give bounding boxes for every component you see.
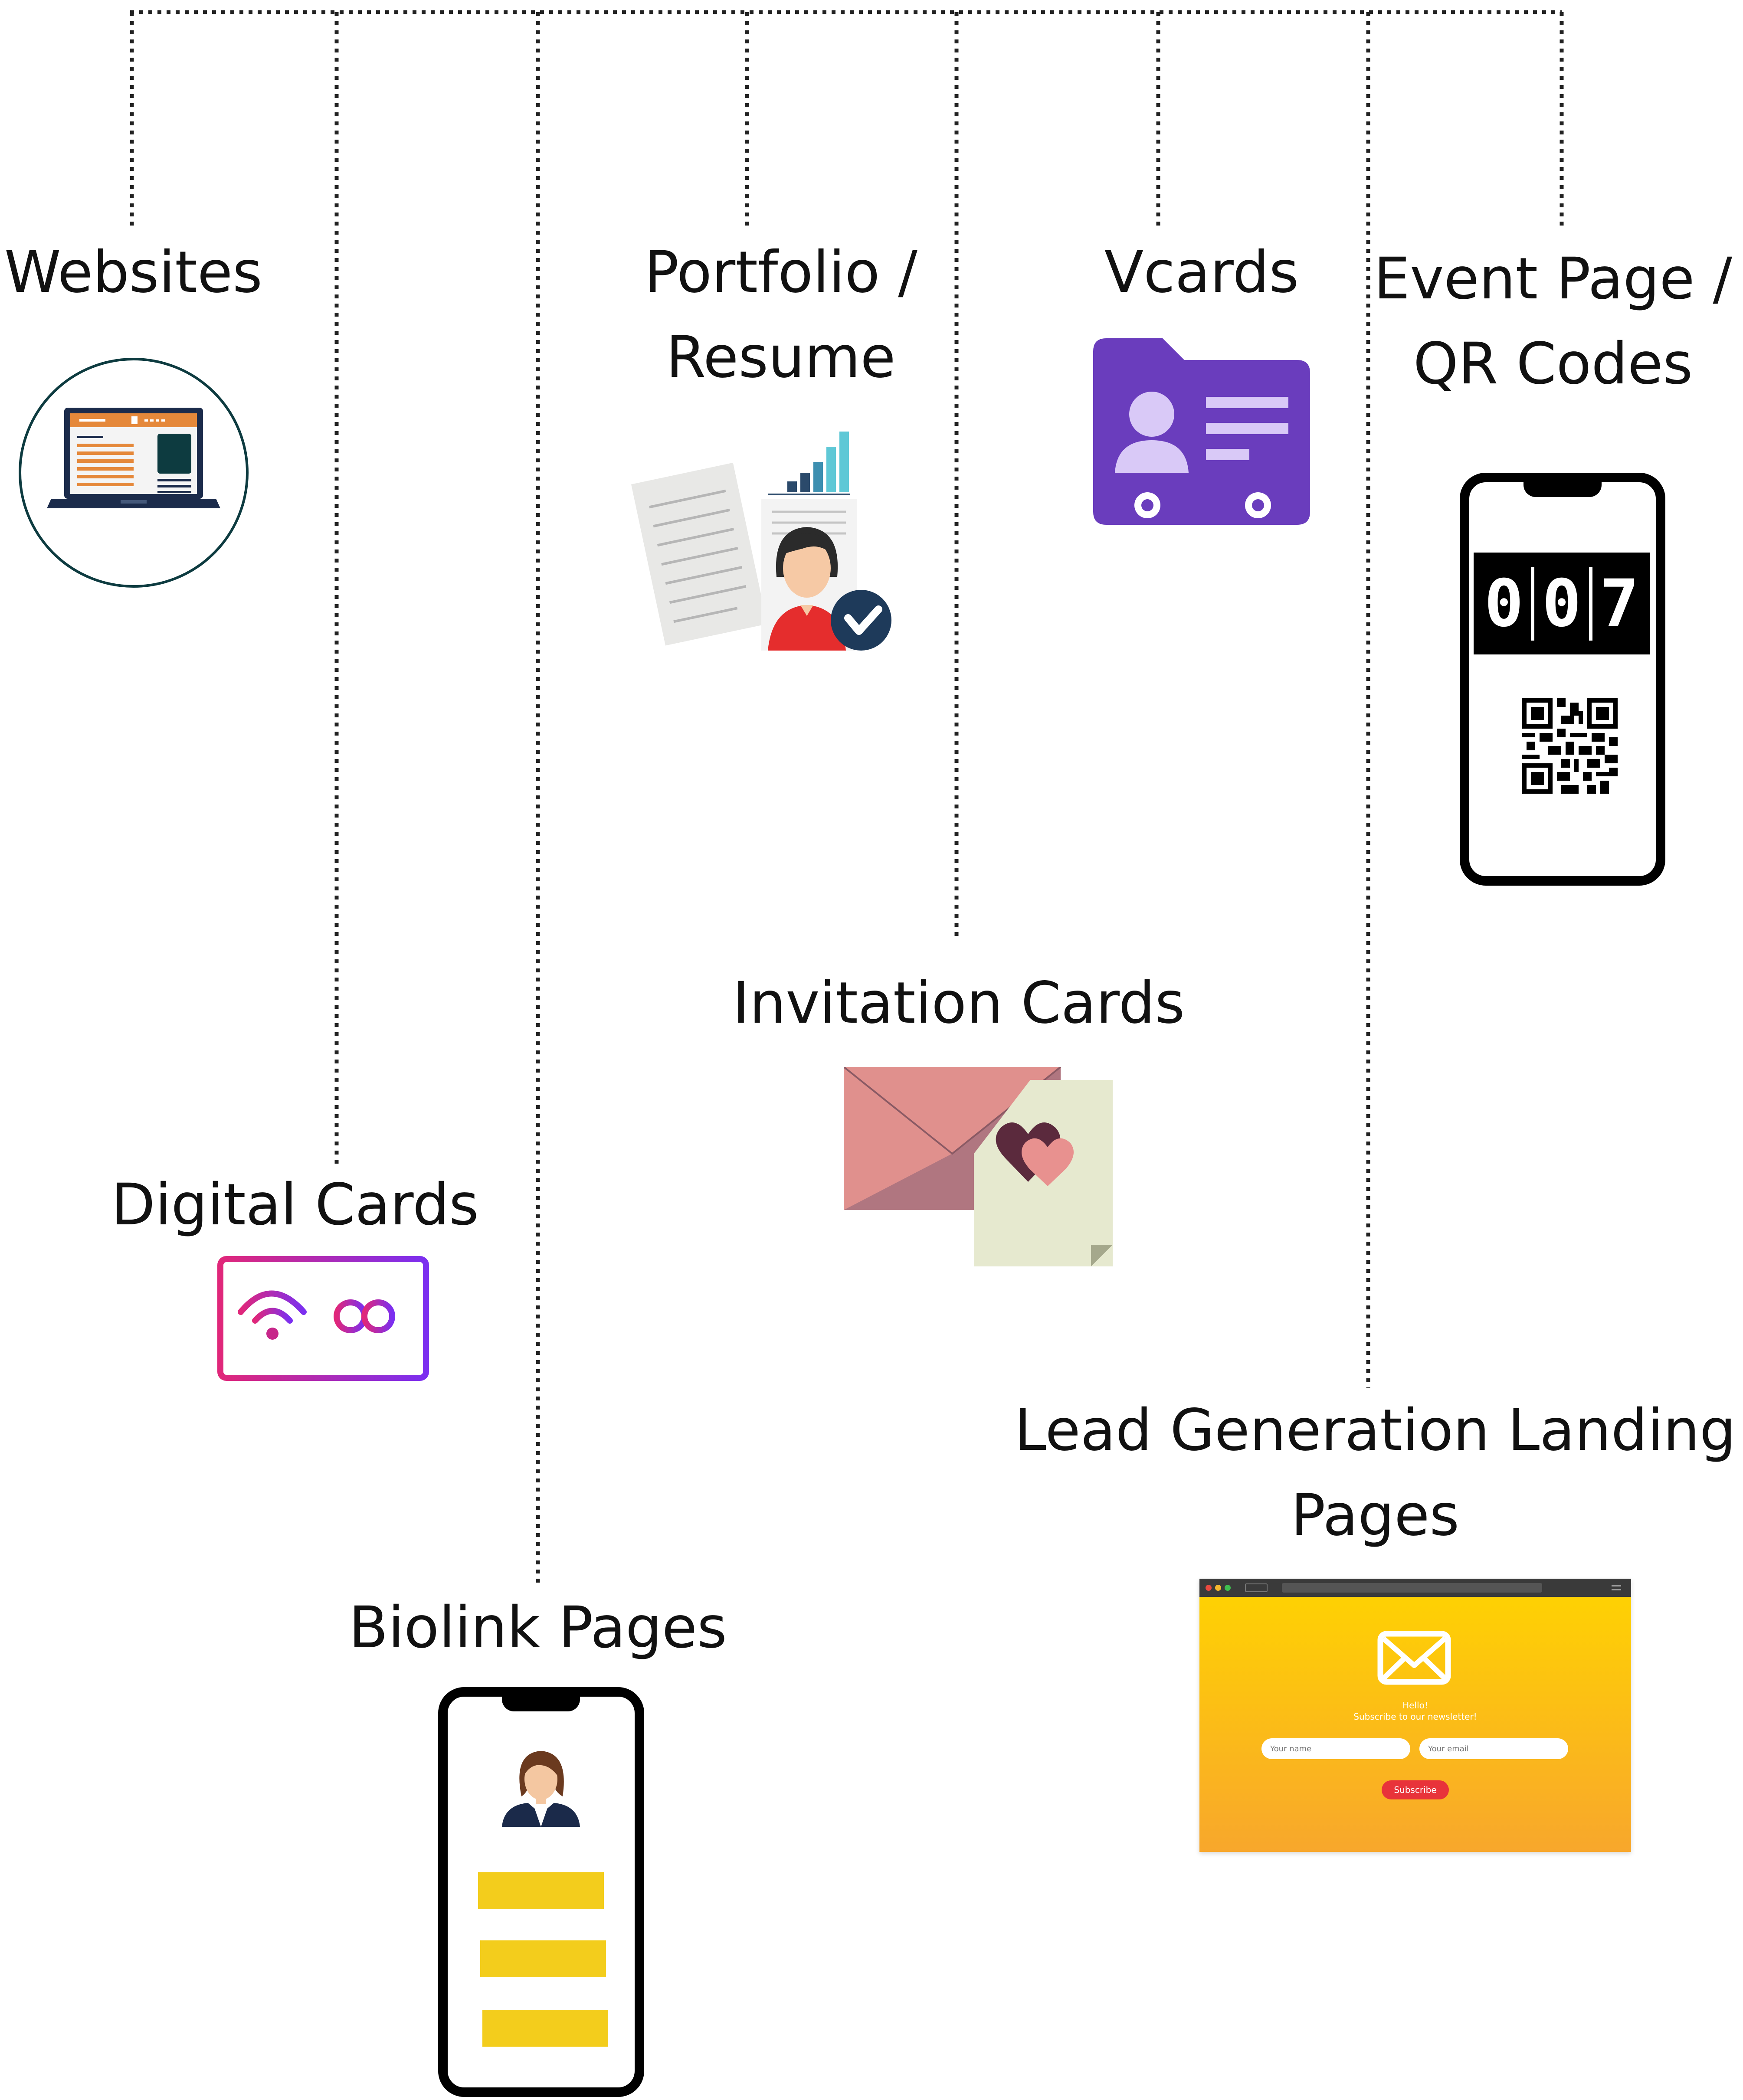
label-digital-cards-line-1: Digital Cards [111, 1171, 479, 1238]
event-phone-icon: 0 0 7 [1460, 473, 1665, 886]
label-lead-gen-line-1: Lead Generation Landing [1014, 1397, 1736, 1464]
label-biolink-pages: Biolink Pages [338, 1585, 737, 1670]
biolink-phone-icon [438, 1687, 644, 2097]
qr-code-icon [1522, 698, 1618, 794]
label-digital-cards: Digital Cards [108, 1162, 482, 1247]
label-portfolio-line-1: Portfolio / [644, 239, 917, 306]
avatar-icon [502, 1751, 580, 1827]
label-event-line-1: Event Page / [1373, 245, 1733, 312]
address-bar [1282, 1583, 1542, 1593]
label-vcards-line-1: Vcards [1104, 239, 1299, 306]
biolink-button[interactable] [480, 1940, 606, 1977]
counter-digit: 7 [1599, 566, 1639, 641]
browser-toolbar [1199, 1579, 1631, 1597]
label-invitation-line-1: Invitation Cards [732, 970, 1185, 1037]
label-vcards: Vcards [1058, 230, 1345, 315]
counter-digit: 0 [1484, 566, 1524, 641]
email-field[interactable] [1419, 1738, 1568, 1759]
window-min-dot [1215, 1585, 1221, 1591]
phone-notch [502, 1696, 580, 1711]
window-close-dot [1206, 1585, 1212, 1591]
diagram-canvas: Websites Portfolio / Resume Vcards Event… [0, 0, 1743, 2100]
nav-arrows-icon [1245, 1583, 1268, 1592]
label-event-line-2: QR Codes [1413, 330, 1693, 397]
landing-greeting: Hello! [1402, 1700, 1428, 1711]
name-field[interactable] [1261, 1738, 1410, 1759]
biolink-button[interactable] [482, 2010, 608, 2047]
counter-digit: 0 [1542, 566, 1582, 641]
resume-icon [631, 432, 891, 651]
menu-icon [1612, 1585, 1621, 1590]
laptop-icon [19, 358, 249, 588]
label-websites-line-1: Websites [4, 239, 262, 306]
vcard-folder-icon [1093, 338, 1310, 525]
landing-page-mockup: Hello! Subscribe to our newsletter! Subs… [1199, 1579, 1631, 1852]
biolink-button[interactable] [478, 1872, 604, 1909]
label-lead-generation: Lead Generation Landing Pages [1011, 1388, 1740, 1558]
contactless-card-icon [217, 1256, 429, 1381]
subscribe-button[interactable]: Subscribe [1382, 1780, 1449, 1799]
label-websites: Websites [4, 230, 262, 315]
invitation-envelope-icon [844, 1067, 1113, 1266]
envelope-icon [1377, 1631, 1451, 1685]
landing-subtitle: Subscribe to our newsletter! [1353, 1711, 1477, 1722]
label-event-page: Event Page / QR Codes [1366, 236, 1740, 406]
label-portfolio-line-2: Resume [666, 324, 896, 391]
phone-notch [1523, 481, 1602, 497]
label-biolink-line-1: Biolink Pages [349, 1594, 727, 1661]
window-max-dot [1225, 1585, 1231, 1591]
label-portfolio-resume: Portfolio / Resume [625, 230, 937, 400]
counter-divider [1531, 566, 1535, 641]
event-counter: 0 0 7 [1474, 553, 1650, 654]
label-invitation-cards: Invitation Cards [716, 961, 1202, 1046]
counter-divider [1589, 566, 1592, 641]
label-lead-gen-line-2: Pages [1291, 1482, 1460, 1549]
